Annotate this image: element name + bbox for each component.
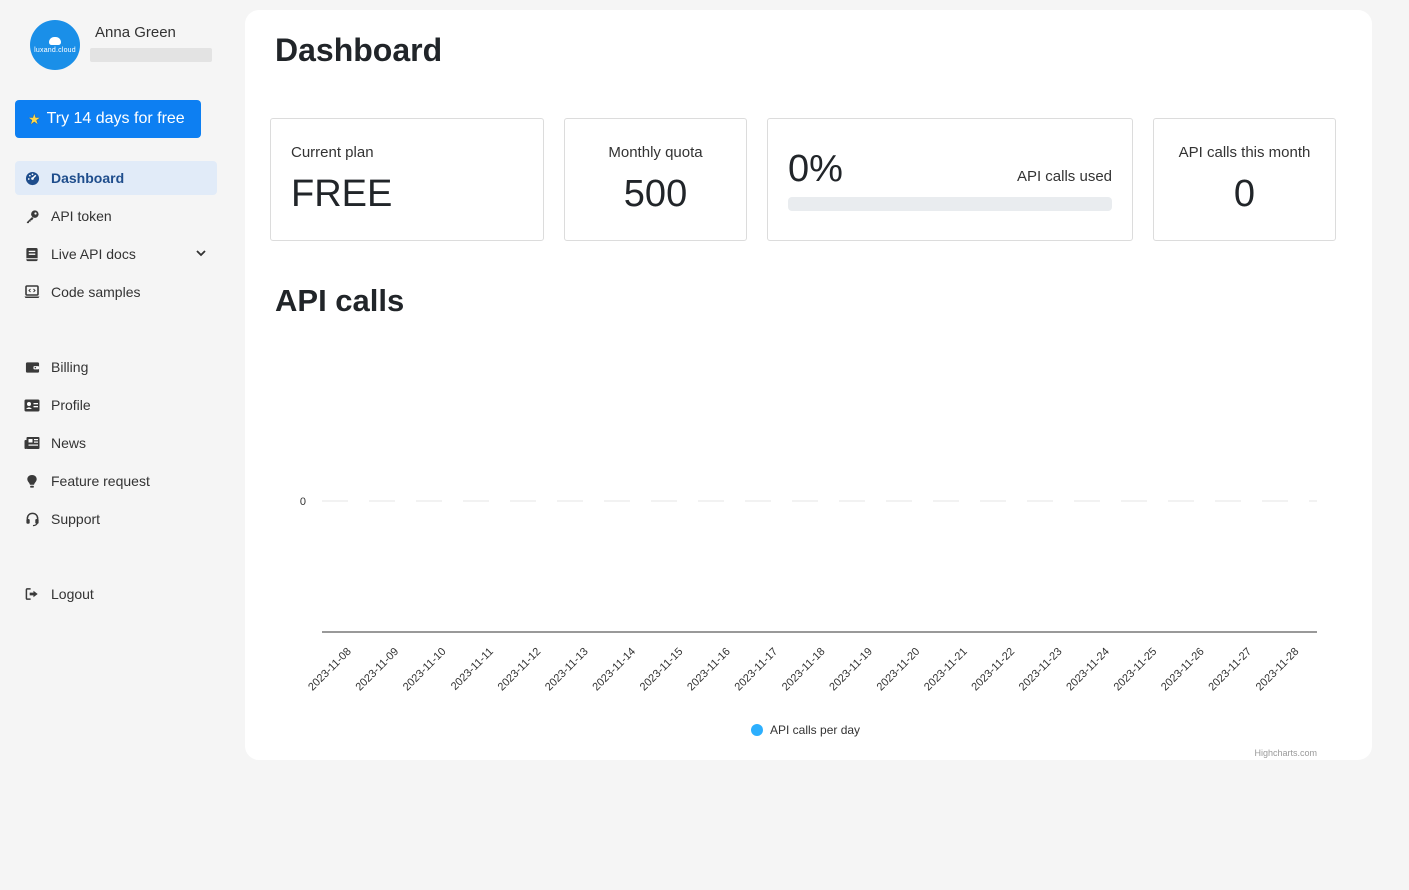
sidebar-item-code-samples[interactable]: Code samples [15, 275, 217, 309]
sidebar-item-label: Logout [51, 586, 94, 602]
sidebar-item-label: Support [51, 511, 101, 527]
x-tick-label: 2023-11-15 [638, 646, 686, 694]
key-icon [24, 208, 40, 224]
try-free-button[interactable]: ★ Try 14 days for free [15, 100, 201, 138]
legend-label: API calls per day [770, 723, 860, 737]
book-icon [24, 246, 40, 262]
sidebar-item-billing[interactable]: Billing [15, 350, 217, 384]
x-tick-label: 2023-11-22 [969, 646, 1017, 694]
chart-credits[interactable]: Highcharts.com [1254, 748, 1317, 758]
sidebar-item-label: News [51, 435, 87, 451]
cloud-icon [49, 36, 61, 45]
chevron-down-icon[interactable] [195, 246, 207, 262]
sidebar-item-profile[interactable]: Profile [15, 388, 217, 422]
x-tick-label: 2023-11-09 [353, 646, 401, 694]
x-tick-label: 2023-11-21 [922, 646, 970, 694]
id-card-icon [24, 397, 40, 413]
sidebar-item-label: Profile [51, 397, 91, 413]
sidebar-item-api-token[interactable]: API token [15, 199, 217, 233]
sidebar-item-label: API token [51, 208, 112, 224]
user-block: luxand.cloud Anna Green [30, 20, 230, 72]
x-tick-label: 2023-11-19 [827, 646, 875, 694]
avatar[interactable]: luxand.cloud [30, 20, 80, 70]
x-tick-label: 2023-11-08 [306, 646, 354, 694]
x-tick-label: 2023-11-20 [875, 646, 923, 694]
y-tick-label: 0 [300, 496, 306, 508]
sidebar-item-label: Live API docs [51, 246, 136, 262]
sidebar-item-dashboard[interactable]: Dashboard [15, 161, 217, 195]
user-email-redacted [90, 48, 212, 62]
gauge-icon [24, 170, 40, 186]
try-free-label: Try 14 days for free [46, 110, 185, 127]
x-tick-label: 2023-11-18 [780, 646, 828, 694]
logout-icon [24, 586, 40, 602]
x-tick-label: 2023-11-10 [401, 646, 449, 694]
sidebar-item-logout[interactable]: Logout [15, 577, 217, 611]
sidebar-item-label: Code samples [51, 284, 141, 300]
sidebar-item-label: Feature request [51, 473, 150, 489]
sidebar-item-live-api-docs[interactable]: Live API docs [15, 237, 217, 271]
user-name: Anna Green [95, 24, 176, 41]
star-icon: ★ [28, 110, 41, 127]
x-tick-label: 2023-11-28 [1254, 646, 1302, 694]
headset-icon [24, 511, 40, 527]
sidebar-item-support[interactable]: Support [15, 502, 217, 536]
api-calls-chart: 02023-11-08 2023-11-09 2023-11-10 2023-11-1… [300, 496, 1317, 737]
x-tick-label: 2023-11-17 [733, 646, 781, 694]
x-tick-label: 2023-11-23 [1017, 646, 1065, 694]
x-tick-label: 2023-11-13 [543, 646, 591, 694]
legend-marker [751, 724, 763, 736]
newspaper-icon [24, 435, 40, 451]
main-panel: Dashboard Current plan FREE Monthly quot… [245, 10, 1372, 760]
x-tick-label: 2023-11-24 [1064, 646, 1112, 694]
x-tick-label: 2023-11-11 [449, 646, 496, 693]
wallet-icon [24, 359, 40, 375]
x-tick-label: 2023-11-12 [496, 646, 544, 694]
avatar-brand: luxand.cloud [34, 46, 76, 54]
sidebar-item-news[interactable]: News [15, 426, 217, 460]
x-tick-label: 2023-11-27 [1206, 646, 1254, 694]
laptop-code-icon [24, 284, 40, 300]
lightbulb-icon [24, 473, 40, 489]
sidebar-item-feature-request[interactable]: Feature request [15, 464, 217, 498]
x-tick-label: 2023-11-26 [1159, 646, 1207, 694]
x-tick-label: 2023-11-14 [590, 646, 638, 694]
sidebar: luxand.cloud Anna Green ★ Try 14 days fo… [0, 0, 232, 890]
x-tick-label: 2023-11-25 [1112, 646, 1160, 694]
sidebar-item-label: Billing [51, 359, 89, 375]
x-tick-label: 2023-11-16 [685, 646, 733, 694]
sidebar-item-label: Dashboard [51, 170, 125, 186]
